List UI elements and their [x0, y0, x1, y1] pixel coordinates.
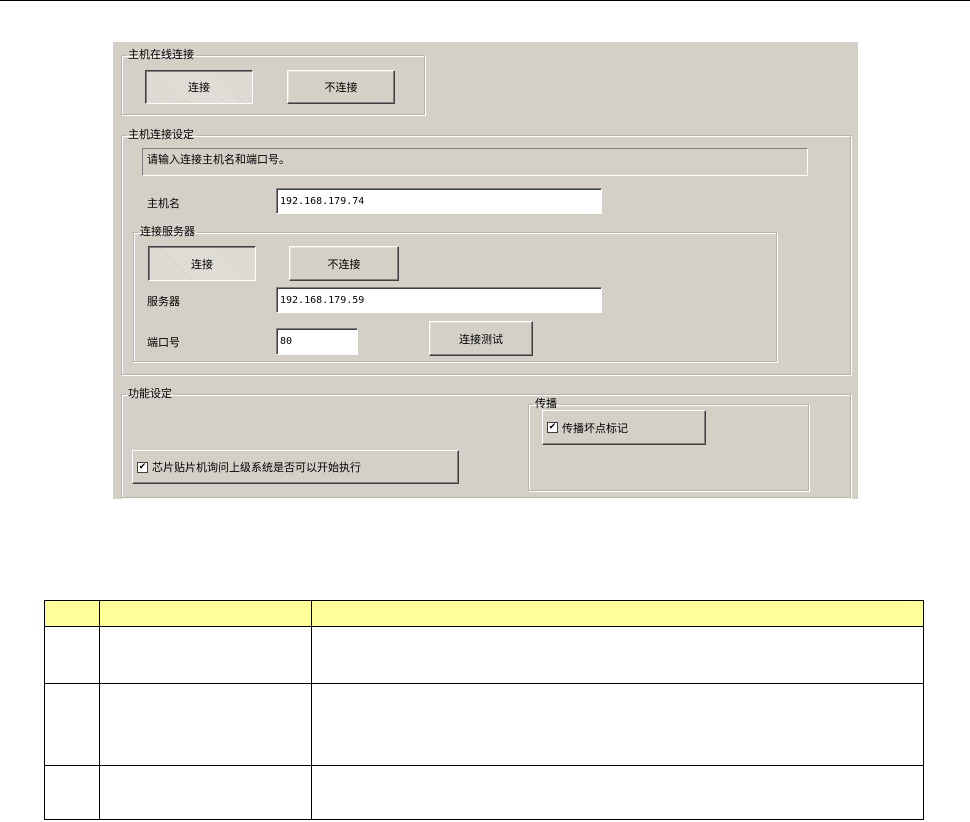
server-connect-button[interactable]: 连接: [148, 246, 256, 281]
server-disconnect-button[interactable]: 不连接: [289, 246, 399, 281]
server-label: 服务器: [147, 295, 180, 308]
server-connect-label: 连接: [191, 257, 213, 271]
host-online-connect-label: 连接: [188, 81, 210, 94]
port-label: 端口号: [147, 336, 180, 349]
table-cell: [98, 683, 312, 766]
hostname-input[interactable]: 192.168.179.74: [276, 188, 602, 214]
table-cell: [44, 683, 100, 766]
host-online-disconnect-label: 不连接: [324, 81, 358, 94]
bad-mark-checkbox-row[interactable]: ✔ 传播坏点标记: [542, 410, 706, 445]
inquiry-checkbox-label: 芯片贴片机询问上级系统是否可以开始执行: [152, 461, 361, 474]
table-header-cell: [98, 600, 312, 627]
function-settings-legend: 功能设定: [128, 387, 172, 400]
server-input[interactable]: 192.168.179.59: [276, 287, 602, 313]
host-online-disconnect-button[interactable]: 不连接: [287, 70, 395, 104]
table-cell: [310, 626, 925, 684]
connection-test-button[interactable]: 连接测试: [429, 321, 533, 356]
table-header-cell: [44, 600, 100, 627]
spec-table: [44, 600, 925, 820]
port-input[interactable]: 80: [276, 328, 358, 355]
hostname-label: 主机名: [147, 197, 180, 210]
table-header-cell: [310, 600, 925, 627]
connection-test-label: 连接测试: [459, 332, 503, 346]
host-connection-dialog: 主机在线连接 连接 不连接 主机连接设定 请输入连接主机名和端口号。 主机名 1…: [113, 42, 858, 499]
host-online-connect-button[interactable]: 连接: [145, 70, 253, 104]
server-legend: 连接服务器: [140, 225, 195, 238]
table-cell: [44, 765, 100, 820]
server-disconnect-label: 不连接: [327, 257, 361, 271]
table-header-row: [44, 600, 925, 627]
host-settings-legend: 主机连接设定: [128, 128, 194, 141]
top-rule: [0, 0, 970, 1]
table-cell: [310, 683, 925, 766]
table-cell: [310, 765, 925, 820]
inquiry-checkbox-row[interactable]: ✔ 芯片贴片机询问上级系统是否可以开始执行: [132, 450, 459, 484]
bad-mark-checkbox[interactable]: ✔: [547, 422, 558, 433]
instruction-text: 请输入连接主机名和端口号。: [142, 148, 808, 176]
table-row: [44, 765, 925, 820]
table-row: [44, 683, 925, 766]
table-cell: [44, 626, 100, 684]
table-cell: [98, 765, 312, 820]
broadcast-legend: 传播: [535, 397, 557, 410]
bad-mark-checkbox-label: 传播坏点标记: [562, 421, 628, 435]
host-online-legend: 主机在线连接: [128, 48, 194, 61]
table-row: [44, 626, 925, 684]
table-cell: [98, 626, 312, 684]
inquiry-checkbox[interactable]: ✔: [137, 461, 148, 473]
